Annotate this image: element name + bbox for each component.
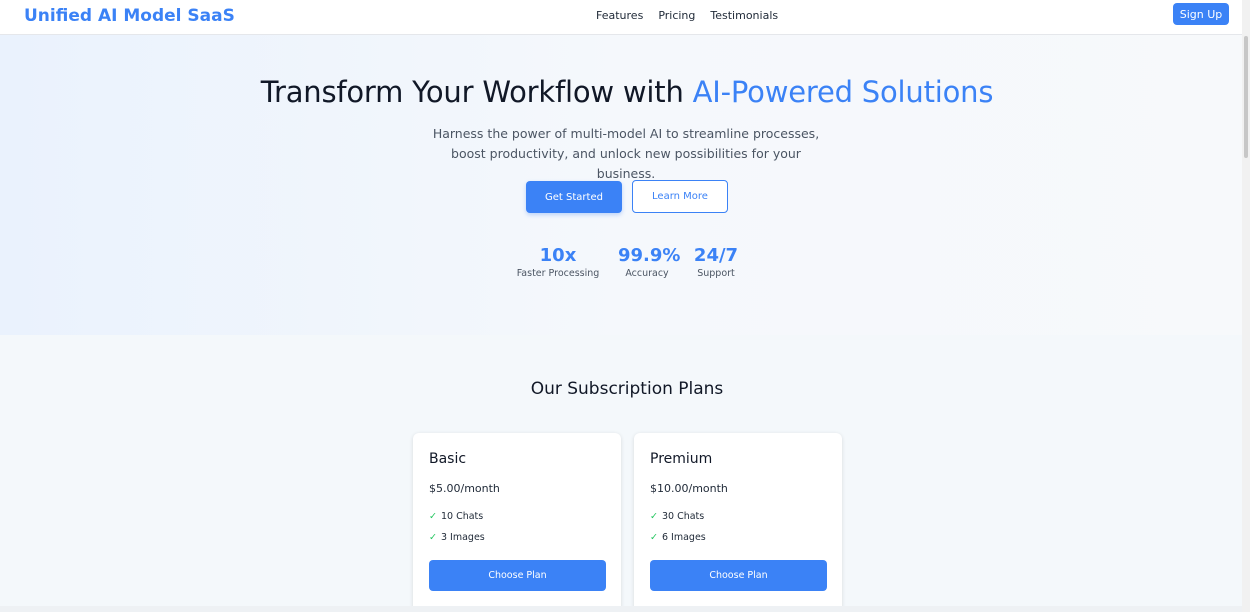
main-nav: Features Pricing Testimonials bbox=[596, 9, 778, 22]
plan-name: Basic bbox=[429, 451, 467, 467]
plans-section-title: Our Subscription Plans bbox=[530, 379, 724, 399]
stat-value: 99.9% bbox=[618, 245, 681, 266]
plan-price: $5.00/month bbox=[429, 482, 500, 495]
plan-price: $10.00/month bbox=[650, 482, 728, 495]
hero-title-accent: AI-Powered Solutions bbox=[692, 75, 994, 109]
choose-plan-basic-button[interactable]: Choose Plan bbox=[429, 560, 606, 591]
nav-link-features[interactable]: Features bbox=[596, 9, 643, 22]
plan-name: Premium bbox=[650, 451, 713, 467]
choose-plan-premium-button[interactable]: Choose Plan bbox=[650, 560, 827, 591]
stat-faster-processing: 10x Faster Processing bbox=[516, 245, 600, 279]
check-icon: ✓ bbox=[650, 511, 658, 522]
learn-more-button[interactable]: Learn More bbox=[632, 180, 728, 213]
stat-label: Faster Processing bbox=[516, 268, 600, 279]
vertical-scrollbar[interactable] bbox=[1242, 0, 1250, 612]
stat-support: 24/7 Support bbox=[690, 245, 742, 279]
hero-title: Transform Your Workflow with AI-Powered … bbox=[0, 75, 1250, 109]
page-bottom-edge bbox=[0, 606, 1242, 612]
get-started-button[interactable]: Get Started bbox=[526, 181, 622, 213]
check-icon: ✓ bbox=[429, 511, 437, 522]
brand-logo-text[interactable]: Unified AI Model SaaS bbox=[24, 6, 235, 26]
plan-feature-text: 6 Images bbox=[661, 532, 706, 543]
check-icon: ✓ bbox=[429, 532, 437, 543]
plan-card-basic: Basic $5.00/month ✓ 10 Chats ✓ 3 Images Ch… bbox=[413, 433, 621, 612]
nav-link-testimonials[interactable]: Testimonials bbox=[710, 9, 778, 22]
top-nav-bar: Unified AI Model SaaS Features Pricing T… bbox=[0, 0, 1242, 35]
stat-label: Support bbox=[697, 268, 735, 279]
scrollbar-thumb[interactable] bbox=[1244, 36, 1248, 158]
plan-feature-text: 30 Chats bbox=[661, 511, 705, 522]
hero-title-main: Transform Your Workflow with bbox=[260, 75, 693, 109]
stat-accuracy: 99.9% Accuracy bbox=[618, 245, 681, 279]
plan-feature: ✓ 3 Images bbox=[429, 532, 485, 543]
plan-feature: ✓ 30 Chats bbox=[650, 511, 704, 522]
plan-feature-text: 3 Images bbox=[440, 532, 485, 543]
stat-value: 10x bbox=[539, 245, 577, 266]
hero-subtitle: Harness the power of multi-model AI to s… bbox=[432, 126, 820, 181]
stat-label: Accuracy bbox=[625, 268, 669, 279]
nav-link-pricing[interactable]: Pricing bbox=[658, 9, 695, 22]
plan-feature-text: 10 Chats bbox=[440, 511, 484, 522]
sign-up-button[interactable]: Sign Up bbox=[1173, 3, 1229, 25]
plan-card-premium: Premium $10.00/month ✓ 30 Chats ✓ 6 Images… bbox=[634, 433, 842, 612]
plan-feature: ✓ 10 Chats bbox=[429, 511, 483, 522]
hero-section: Transform Your Workflow with AI-Powered … bbox=[0, 35, 1242, 335]
plan-feature: ✓ 6 Images bbox=[650, 532, 706, 543]
stat-value: 24/7 bbox=[693, 245, 739, 266]
check-icon: ✓ bbox=[650, 532, 658, 543]
